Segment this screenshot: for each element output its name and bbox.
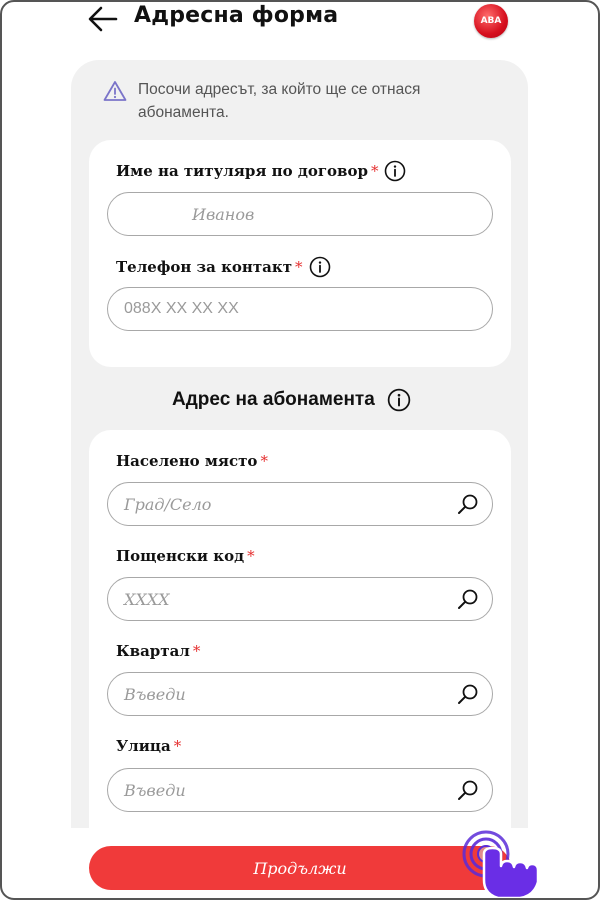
app-header: Адресна форма ABA [0, 0, 600, 40]
holder-card: Име на титуляря по договор * Иванов Теле… [89, 140, 511, 367]
settlement-placeholder: Град/Село [124, 495, 212, 514]
required-mark: * [247, 547, 255, 565]
required-mark: * [370, 162, 379, 180]
district-label-text: Квартал [116, 642, 190, 660]
continue-button[interactable]: Продължи [89, 846, 511, 890]
settlement-label: Населено място * [116, 452, 268, 470]
address-section-title: Адрес на абонамента [172, 388, 411, 412]
info-icon[interactable] [309, 256, 331, 278]
settlement-input[interactable]: Град/Село [107, 482, 493, 526]
holder-name-value: Иванов [192, 205, 255, 224]
address-section-title-text: Адрес на абонамента [172, 389, 375, 410]
contact-phone-input[interactable]: 088X XX XX XX [107, 287, 493, 331]
required-mark: * [295, 258, 303, 276]
info-icon[interactable] [384, 160, 406, 182]
brand-logo: ABA [474, 4, 508, 38]
page-title: Адресна форма [134, 3, 339, 28]
postal-code-label-text: Пощенски код [116, 547, 245, 565]
required-mark: * [173, 737, 182, 755]
street-label: Улица * [116, 737, 181, 755]
district-label: Квартал * [116, 642, 200, 660]
notice-text: Посочи адресът, за който ще се отнася аб… [138, 81, 421, 121]
postal-code-label: Пощенски код * [116, 547, 255, 565]
postal-code-placeholder: XXXX [124, 590, 170, 609]
contact-phone-label-text: Телефон за контакт [116, 258, 293, 276]
search-icon[interactable] [456, 587, 480, 611]
settlement-label-text: Населено място [116, 452, 258, 470]
district-placeholder: Въведи [124, 685, 186, 704]
search-icon[interactable] [456, 492, 480, 516]
back-arrow-icon[interactable] [86, 4, 120, 34]
contact-phone-label: Телефон за контакт * [116, 256, 331, 278]
info-icon[interactable] [387, 388, 411, 412]
holder-name-label-text: Име на титуляря по договор [116, 162, 368, 180]
holder-name-label: Име на титуляря по договор * [116, 160, 406, 182]
search-icon[interactable] [456, 778, 480, 802]
district-input[interactable]: Въведи [107, 672, 493, 716]
street-input[interactable]: Въведи [107, 768, 493, 812]
search-icon[interactable] [456, 682, 480, 706]
required-mark: * [192, 642, 201, 660]
postal-code-input[interactable]: XXXX [107, 577, 493, 621]
address-card: Населено място * Град/Село Пощенски код … [89, 430, 511, 840]
street-label-text: Улица [116, 737, 171, 755]
holder-name-input[interactable]: Иванов [107, 192, 493, 236]
required-mark: * [260, 452, 268, 470]
contact-phone-placeholder: 088X XX XX XX [124, 300, 239, 317]
warning-icon [103, 81, 127, 101]
street-placeholder: Въведи [124, 781, 186, 800]
